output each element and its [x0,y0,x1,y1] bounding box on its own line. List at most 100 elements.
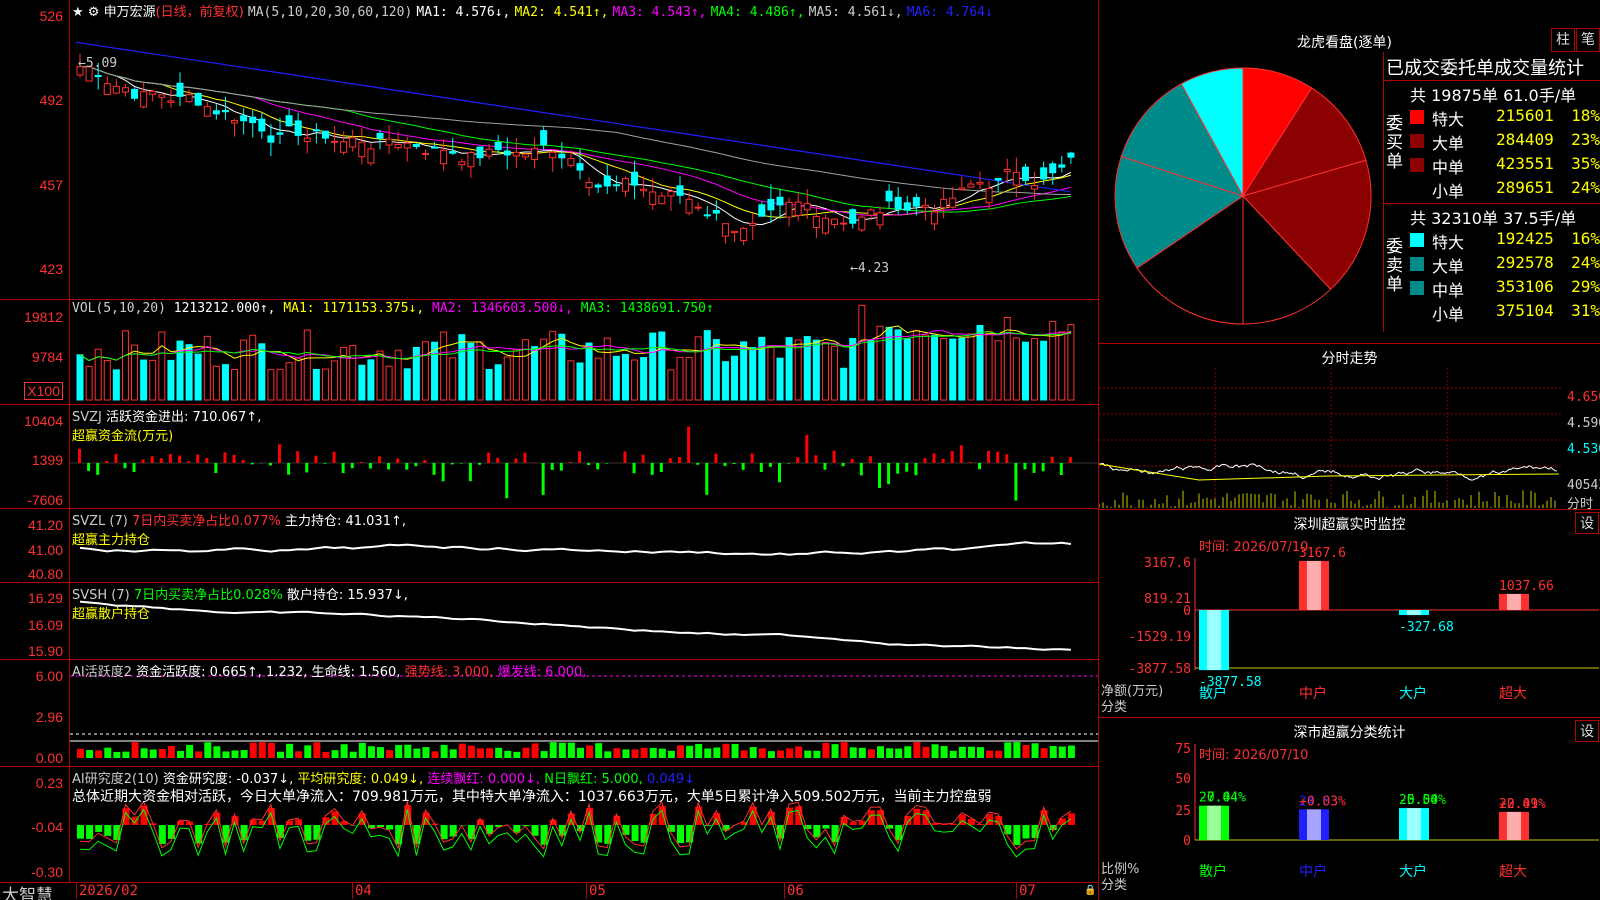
activity-bar [358,742,366,758]
flow-bar [914,463,918,476]
candlestick-chart[interactable] [70,0,1098,300]
candle [894,196,902,210]
aihy-name[interactable]: AI活跃度2 [72,665,132,680]
aiyj-label: -0.04 [31,819,63,835]
volume-bar [767,347,775,401]
svzl-pane[interactable]: 41.20 41.00 40.80 SVZL (7) 7日内买卖净占比0.077… [0,509,1098,583]
candle [576,163,584,171]
activity-bar [467,745,475,758]
aiyj-name[interactable]: AI研究度2(10) [72,772,159,787]
kline-plot[interactable]: ←5.09 ←4.23 [70,0,1098,299]
candle [367,148,375,164]
research-bar [522,825,530,827]
activity-bar [631,749,639,758]
lock-icon[interactable]: 🔒 [1084,885,1096,896]
ma-params[interactable]: MA(5,10,20,30,60,120) [248,5,412,20]
volume-bar [931,334,939,401]
legend-swatch [1410,257,1424,271]
activity-bar [458,743,466,758]
sell-row: 特大 192425 16% [1384,228,1600,252]
vol-ma1-value: MA1: 1171153.375↓, [283,301,425,316]
activity-bar [886,748,894,758]
activity-bar [377,747,384,758]
volume-bar [367,359,375,401]
activity-bar [349,751,357,758]
svzl-label: 41.00 [27,542,63,558]
activity-bar [513,751,521,758]
aiyj-pane[interactable]: 0.23 -0.04 -0.30 AI研究度2(10) 资金研究度: -0.03… [0,767,1098,882]
candle [1058,164,1066,168]
flow-bar [923,458,927,463]
favorite-star-icon[interactable]: ★ [72,5,84,20]
net-amount-chart[interactable]: -3877.58 散户 3167.6 中户 -327.68 大户 1037.66 超大 3167… [1099,510,1600,718]
svsh-name[interactable]: SVSH (7) [72,588,130,603]
volume-pane[interactable]: 19812 9784 X100 VOL(5,10,20) 1213212.000… [0,300,1098,405]
activity-bar [849,747,857,758]
candle [794,201,802,216]
activity-bar [1031,743,1039,758]
flow-bar [1041,463,1045,472]
svzl-name[interactable]: SVZL (7) [72,514,128,529]
activity-bar [604,751,612,758]
activity-bar [222,751,230,758]
volume-bar [858,304,866,401]
period-mode[interactable]: (日线，前复权) [156,5,244,20]
gear-icon[interactable]: ⚙ [88,5,100,20]
volume-bar [749,347,757,401]
category-label: 中户 [1299,863,1327,880]
activity-bar [522,747,530,758]
buy-row: 中单 423551 35% [1384,153,1600,177]
flow-bar [805,434,809,463]
research-bar [204,823,212,825]
activity-bar [540,751,548,758]
candle [994,178,1002,181]
activity-bar [122,751,130,758]
order-pie-chart[interactable] [1105,58,1381,334]
flow-bar [559,463,563,471]
volume-bar [276,368,284,401]
buy-row: 小单 289651 24% [1384,177,1600,201]
volume-bar [512,349,520,401]
flow-bar [796,457,800,463]
volume-bar [1040,340,1048,401]
flow-bar [850,459,854,463]
research-bar [86,825,94,840]
candle [476,146,484,159]
candle [312,129,320,132]
research-bar [95,825,103,832]
svzj-pane[interactable]: 10404 1399 -7606 SVZJ 活跃资金进出: 710.067↑, … [0,405,1098,509]
volume-params[interactable]: VOL(5,10,20) [72,301,166,316]
svsh-axis: 16.29 16.09 15.90 [0,583,70,659]
pen-mode-button[interactable]: 笔 [1576,28,1600,52]
activity-bar [613,748,621,758]
candle [585,181,593,189]
activity-bar [404,744,412,758]
flow-bar [532,462,536,463]
flow-bar [205,457,209,463]
candle [812,216,820,228]
activity-bar [731,743,739,758]
aihy-pane[interactable]: 6.00 2.96 0.00 AI活跃度2 资金活跃度: 0.665↑, 1.2… [0,660,1098,767]
flow-bar [550,463,554,470]
svzj-name[interactable]: SVZJ [72,410,102,425]
sell-row: 大单 292578 24% [1384,252,1600,276]
ratio-chart[interactable]: 27.44-0.04%散户24.53+0.03%中户25.54-0.00%大户2… [1099,718,1600,900]
bar-mode-button[interactable]: 柱 [1551,28,1575,52]
activity-bar [131,742,139,758]
flow-bar [523,452,527,463]
volume-bar [231,368,239,401]
kline-pane[interactable]: 526 492 457 423 ←5.09 ←4.23 ★ ⚙ 申万宏源(日线，… [0,0,1098,300]
ma-line [79,66,1072,226]
candle [258,118,266,132]
candle [731,230,739,234]
volume-bar [185,344,193,401]
flow-bar [678,457,681,463]
intraday-volume-label: 40543 [1567,478,1600,493]
flow-bar [187,461,191,463]
volume-bar [967,333,975,401]
svsh-pane[interactable]: 16.29 16.09 15.90 SVSH (7) 7日内买卖净占比0.028… [0,583,1098,660]
activity-bar [986,750,994,758]
candle [385,138,393,146]
intraday-panel[interactable]: 分时走势 4.650 4.590 4.530 40543 分时 [1098,344,1600,512]
intraday-chart[interactable] [1099,368,1600,510]
